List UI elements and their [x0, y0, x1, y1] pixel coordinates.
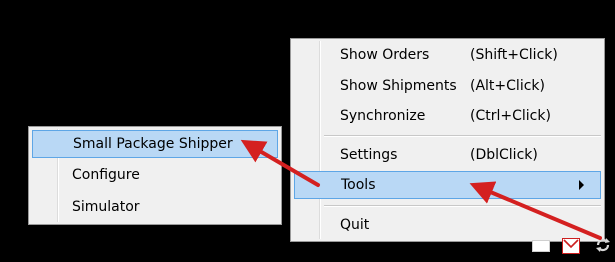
- submenu-item-label: Simulator: [72, 199, 140, 215]
- mail-icon[interactable]: [562, 238, 580, 254]
- menu-item-label: Show Shipments: [340, 78, 457, 94]
- menu-item-shortcut: (Ctrl+Click): [470, 108, 551, 124]
- menu-item-label: Quit: [340, 217, 370, 233]
- menu-item-settings[interactable]: Settings (DblClick): [294, 141, 601, 169]
- menu-item-label: Settings: [340, 147, 398, 163]
- app-tray-icon[interactable]: [594, 236, 612, 254]
- menu-item-show-orders[interactable]: Show Orders (Shift+Click): [294, 41, 601, 69]
- sync-arrows-icon: [596, 238, 610, 252]
- submenu-arrow-icon: [579, 180, 584, 190]
- menu-item-shortcut: (Alt+Click): [470, 78, 545, 94]
- menu-item-label: Synchronize: [340, 108, 426, 124]
- menu-separator: [324, 135, 601, 137]
- menu-item-label: Show Orders: [340, 47, 430, 63]
- submenu-item-small-package-shipper[interactable]: Small Package Shipper: [32, 130, 278, 158]
- tools-submenu: Small Package Shipper Configure Simulato…: [28, 126, 282, 225]
- menu-item-quit[interactable]: Quit: [294, 211, 601, 239]
- mail-glyph-icon: [563, 239, 579, 249]
- submenu-item-configure[interactable]: Configure: [32, 161, 278, 189]
- menu-item-shortcut: (DblClick): [470, 147, 538, 163]
- tray-context-menu: Show Orders (Shift+Click) Show Shipments…: [290, 38, 605, 242]
- submenu-item-simulator[interactable]: Simulator: [32, 193, 278, 221]
- submenu-item-label: Configure: [72, 167, 140, 183]
- submenu-item-label: Small Package Shipper: [73, 136, 233, 152]
- menu-item-label: Tools: [341, 177, 376, 193]
- menu-item-tools[interactable]: Tools: [294, 171, 601, 199]
- menu-item-shortcut: (Shift+Click): [470, 47, 558, 63]
- menu-item-show-shipments[interactable]: Show Shipments (Alt+Click): [294, 72, 601, 100]
- menu-item-synchronize[interactable]: Synchronize (Ctrl+Click): [294, 102, 601, 130]
- display-icon[interactable]: [532, 240, 550, 252]
- menu-separator: [324, 205, 601, 207]
